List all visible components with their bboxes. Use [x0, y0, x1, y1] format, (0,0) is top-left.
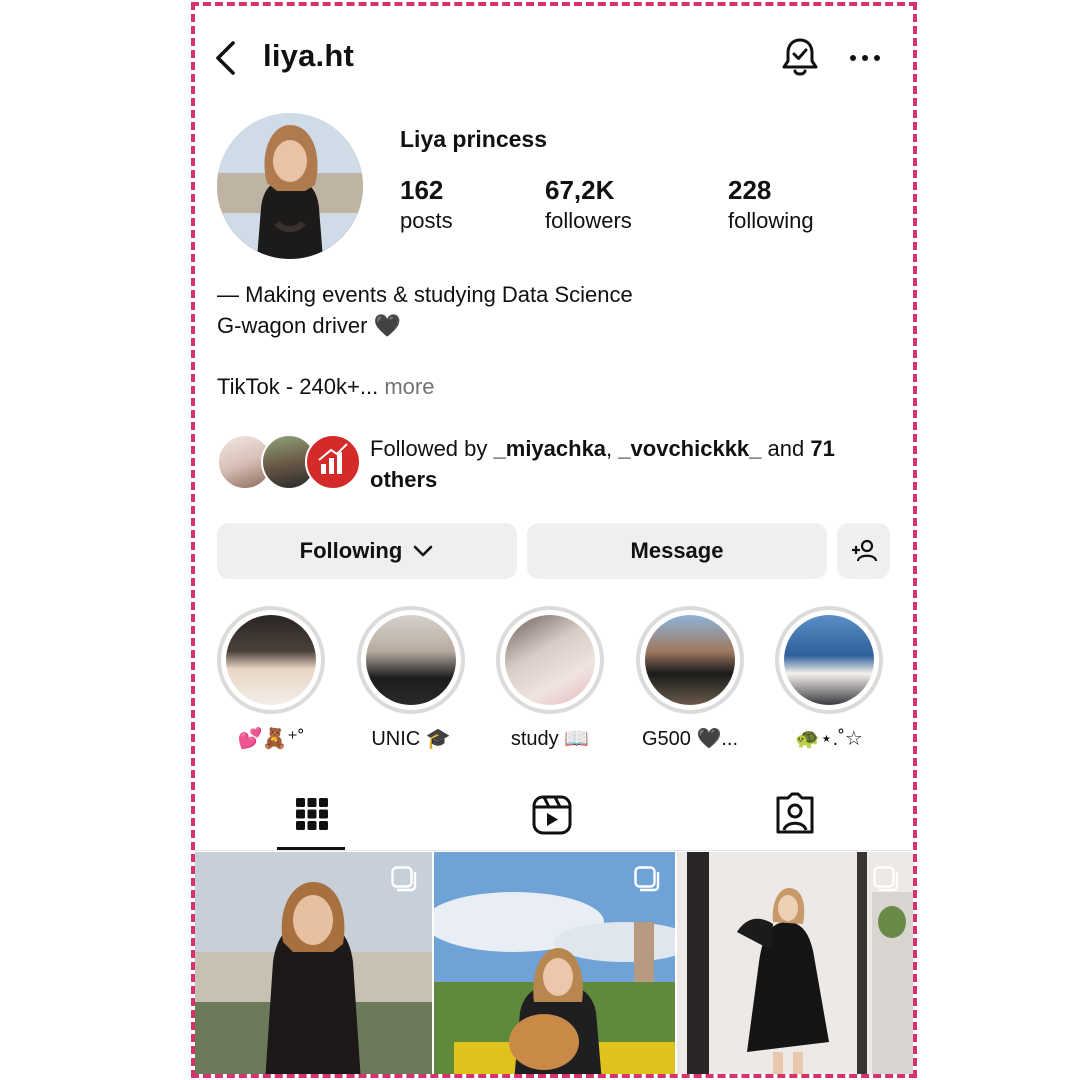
- highlight-caption: G500 🖤...: [641, 728, 739, 750]
- more-options-button[interactable]: [847, 46, 883, 70]
- following-button[interactable]: Following: [217, 523, 517, 579]
- screenshot-frame: liya.ht Liya princess 162 posts 67,2K fo…: [191, 2, 917, 1078]
- following-label: following: [728, 208, 814, 233]
- message-button[interactable]: Message: [527, 523, 827, 579]
- chevron-left-icon: [216, 41, 235, 75]
- tabs-divider: [195, 850, 913, 851]
- tab-posts-grid[interactable]: [277, 786, 347, 846]
- highlight-ring: [636, 606, 744, 714]
- followed-by-text[interactable]: Followed by _miyachka, _vovchickkk_ and …: [370, 433, 900, 495]
- story-highlight[interactable]: 🐢⋆.˚☆: [764, 606, 894, 751]
- chart-logo-icon: [318, 443, 348, 474]
- bio-line: — Making events & studying Data Science: [217, 282, 633, 307]
- highlight-ring: [775, 606, 883, 714]
- bell-check-icon: [782, 38, 818, 76]
- bio-line: TikTok - 240k+... more: [217, 371, 633, 402]
- followers-label: followers: [545, 208, 632, 233]
- tab-tagged[interactable]: [760, 786, 830, 846]
- profile-screen: liya.ht Liya princess 162 posts 67,2K fo…: [195, 6, 913, 1074]
- multiple-posts-icon: [873, 866, 899, 892]
- story-highlight[interactable]: UNIC 🎓: [346, 606, 476, 751]
- profile-avatar[interactable]: [217, 113, 363, 259]
- suggest-people-button[interactable]: [837, 523, 890, 579]
- grid-icon: [296, 798, 328, 830]
- highlight-cover: [366, 615, 456, 705]
- following-stat[interactable]: 228 following: [728, 174, 814, 236]
- and-text: and: [767, 436, 805, 461]
- bio-line: G-wagon driver 🖤: [217, 313, 401, 338]
- highlight-cover: [505, 615, 595, 705]
- notifications-button[interactable]: [780, 36, 820, 78]
- message-button-label: Message: [630, 538, 724, 563]
- highlight-cover: [645, 615, 735, 705]
- profile-username: liya.ht: [263, 38, 354, 73]
- multiple-posts-icon: [391, 866, 417, 892]
- multiple-posts-icon: [634, 866, 660, 892]
- mutual-username[interactable]: _vovchickkk_: [618, 436, 761, 461]
- profile-bio: — Making events & studying Data Science …: [217, 279, 633, 402]
- story-highlight[interactable]: 💕🧸⁺˚: [206, 606, 336, 751]
- followers-count: 67,2K: [545, 175, 615, 205]
- highlight-cover: [784, 615, 874, 705]
- mutual-followers-avatars[interactable]: [217, 434, 362, 492]
- highlight-caption: 🐢⋆.˚☆: [795, 728, 863, 750]
- ellipsis-icon: [850, 55, 880, 61]
- profile-display-name: Liya princess: [400, 126, 548, 152]
- tagged-person-icon: [776, 792, 814, 834]
- bio-text: TikTok - 240k+...: [217, 374, 379, 399]
- post-thumbnail[interactable]: [195, 852, 432, 1074]
- highlight-cover: [226, 615, 316, 705]
- following-button-label: Following: [299, 538, 403, 563]
- others-word: others: [370, 467, 438, 492]
- story-highlight[interactable]: G500 🖤...: [625, 606, 755, 751]
- avatar-photo: [217, 113, 363, 259]
- post-thumbnail[interactable]: [677, 852, 913, 1074]
- following-count: 228: [728, 175, 772, 205]
- highlight-ring: [357, 606, 465, 714]
- posts-count: 162: [400, 175, 444, 205]
- profile-header: liya.ht: [195, 26, 913, 86]
- others-count: 71: [810, 436, 835, 461]
- posts-label: posts: [400, 208, 453, 233]
- highlight-ring: [217, 606, 325, 714]
- followers-stat[interactable]: 67,2K followers: [545, 174, 632, 236]
- highlight-caption: UNIC 🎓: [371, 728, 451, 750]
- avatar: [305, 434, 361, 490]
- posts-stat[interactable]: 162 posts: [400, 174, 453, 236]
- tab-reels[interactable]: [517, 786, 587, 846]
- chevron-down-icon: [414, 545, 433, 557]
- followed-by-prefix: Followed by: [370, 436, 488, 461]
- reels-icon: [532, 795, 572, 835]
- separator: ,: [606, 436, 613, 461]
- highlight-ring: [496, 606, 604, 714]
- bio-more-link[interactable]: more: [384, 374, 434, 399]
- story-highlight[interactable]: study 📖: [485, 606, 615, 751]
- add-person-icon: [851, 539, 877, 562]
- highlight-caption: 💕🧸⁺˚: [237, 728, 305, 750]
- highlight-caption: study 📖: [510, 728, 590, 750]
- back-button[interactable]: [211, 40, 241, 76]
- post-thumbnail[interactable]: [434, 852, 675, 1074]
- mutual-username[interactable]: _miyachka: [494, 436, 607, 461]
